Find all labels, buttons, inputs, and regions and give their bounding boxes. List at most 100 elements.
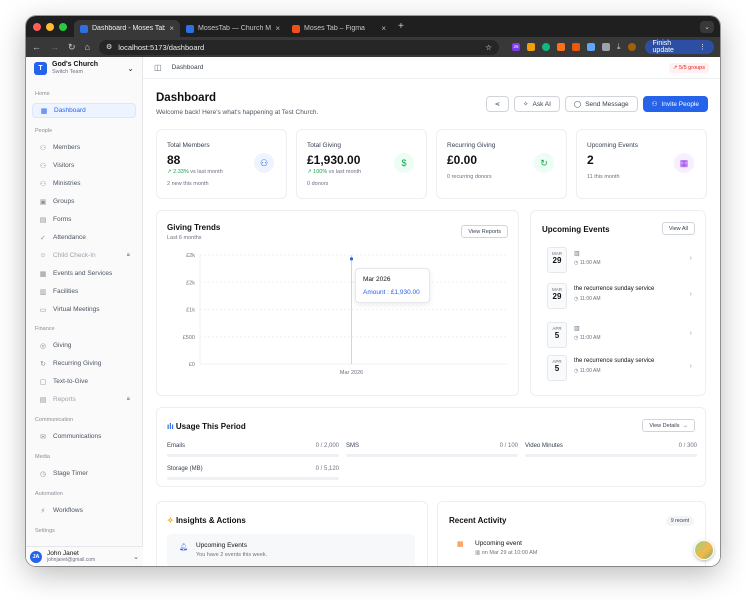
stat-change-suffix: vs last month — [190, 169, 223, 175]
event-item[interactable]: MAR 29 ▥ ◷ 11:00 AM › — [547, 247, 692, 277]
extension-icon[interactable] — [571, 43, 580, 51]
usage-title: Usage This Period — [175, 422, 246, 431]
lock-icon: 🔒︎ — [126, 252, 130, 258]
usage-value: 0 / 5,120 — [315, 466, 339, 472]
sidebar-item-visitors[interactable]: ⚇ Visitors — [32, 158, 136, 173]
extension-icon[interactable] — [526, 43, 535, 51]
stat-label: Upcoming Events — [587, 142, 638, 149]
maximize-window-button[interactable] — [59, 22, 67, 31]
stat-card-giving[interactable]: Total Giving £1,930.00 ↗ 100% vs last mo… — [296, 129, 427, 199]
view-all-button[interactable]: View All — [661, 222, 695, 235]
close-tab-icon[interactable]: × — [275, 24, 280, 33]
section-automation: Automation — [35, 491, 63, 497]
puzzle-icon[interactable] — [601, 43, 610, 51]
user-menu[interactable]: JA John Janet johnjanet@gmail.com ⌄ — [26, 546, 143, 566]
extension-icon[interactable] — [556, 43, 565, 51]
stat-card-recurring[interactable]: Recurring Giving £0.00 0 recurring donor… — [436, 129, 567, 199]
upcoming-events-card: Upcoming Events View All MAR 29 ▥ ◷ 11:00… — [530, 210, 706, 396]
insight-text: You have 2 events this week. — [196, 552, 268, 558]
stat-card-members[interactable]: Total Members 88 ↗ 2.33% vs last month 2… — [156, 129, 287, 199]
forward-icon[interactable]: → — [50, 42, 59, 52]
close-tab-icon[interactable]: × — [381, 24, 386, 33]
sidebar-item-communications[interactable]: ✉ Communications — [32, 429, 136, 444]
sidebar-item-facilities[interactable]: ▥ Facilities — [32, 284, 136, 299]
minimize-window-button[interactable] — [46, 22, 54, 31]
ask-ai-button[interactable]: ✧ Ask AI — [514, 96, 560, 112]
sidebar-item-attendance[interactable]: ✓ Attendance — [32, 230, 136, 245]
finish-update-button[interactable]: Finish update ⋮ — [644, 40, 714, 54]
close-tab-icon[interactable]: × — [169, 24, 174, 33]
event-time-text: 11:00 AM — [579, 260, 601, 266]
user-email: johnjanet@gmail.com — [47, 557, 96, 564]
giving-trends-chart[interactable]: £0 £500 £1k £2k £2k Mar 2026 — [157, 247, 520, 397]
team-name: God's Church — [52, 61, 98, 69]
event-item[interactable]: APR 5 ▥ ◷ 11:00 AM › — [547, 322, 692, 352]
download-icon[interactable]: ⤓ — [617, 42, 621, 52]
team-switcher[interactable]: T God's Church Switch Team ⌄ — [26, 57, 142, 79]
sidebar-item-workflows[interactable]: ⚡︎ Workflows — [32, 503, 136, 518]
site-info-icon[interactable]: ⚙ — [106, 43, 112, 51]
address-bar[interactable]: ⚙ localhost:5173/dashboard ☆ — [98, 39, 499, 55]
card-title: Giving Trends — [167, 223, 221, 232]
view-reports-button[interactable]: View Reports — [461, 225, 508, 238]
bell-icon: 🔔︎ — [179, 544, 188, 551]
extension-icon[interactable] — [541, 43, 550, 51]
sidebar-item-members[interactable]: ⚇ Members — [32, 140, 136, 155]
stat-change: ↗ 2.33% vs last month — [167, 169, 223, 175]
extension-badge-icon[interactable]: 26 — [511, 43, 520, 51]
section-media: Media — [35, 454, 50, 460]
view-details-button[interactable]: View Details → — [642, 419, 695, 432]
event-day: 29 — [552, 292, 562, 301]
event-time-text: 11:00 AM — [579, 335, 601, 341]
sidebar-item-child-checkin[interactable]: ☺ Child Check-In 🔒︎ — [32, 248, 136, 263]
sidebar-item-label: Facilities — [53, 288, 79, 295]
sidebar-item-forms[interactable]: ▤ Forms — [32, 212, 136, 227]
browser-tab-church[interactable]: MosesTab — Church Managem × — [180, 20, 286, 37]
bookmark-star-icon[interactable]: ☆ — [485, 43, 492, 52]
event-item[interactable]: APR 5 the recurrence sunday service ◷ 11:… — [547, 355, 692, 385]
sidebar-item-label: Stage Timer — [53, 470, 89, 477]
new-tab-button[interactable]: + — [398, 21, 404, 32]
insight-item[interactable]: 🔔︎ Upcoming Events You have 2 events thi… — [167, 534, 415, 566]
sidebar-item-label: Members — [53, 144, 81, 151]
avatar: JA — [30, 550, 42, 563]
sidebar-item-recurring-giving[interactable]: ↻ Recurring Giving — [32, 356, 136, 371]
close-window-button[interactable] — [33, 22, 41, 31]
reload-icon[interactable]: ↻ — [68, 42, 76, 53]
share-button[interactable]: ⋖ — [485, 96, 510, 112]
sidebar-item-events[interactable]: ▦ Events and Services — [32, 266, 136, 281]
sidebar-item-groups[interactable]: ▣ Groups — [32, 194, 136, 209]
back-icon[interactable]: ← — [32, 42, 41, 52]
sidebar-item-reports[interactable]: ▤ Reports 🔒︎ — [32, 392, 136, 407]
chevron-right-icon: › — [689, 255, 692, 262]
tab-bar: Dashboard - Moses Tab × MosesTab — Churc… — [26, 16, 720, 37]
refresh-icon: ↻ — [40, 360, 46, 368]
sidebar-item-text-to-give[interactable]: ▢ Text-to-Give — [32, 374, 136, 389]
groups-usage-badge[interactable]: ↗ 5/5 groups — [668, 62, 709, 73]
extension-icon[interactable] — [586, 43, 595, 51]
chat-widget-button[interactable] — [694, 540, 714, 560]
browser-tab-figma[interactable]: Moses Tab – Figma × — [286, 20, 392, 37]
invite-people-button[interactable]: ⚇ Invite People — [642, 96, 708, 112]
send-message-label: Send Message — [585, 100, 629, 108]
stat-card-events[interactable]: Upcoming Events 2 11 this month ▦ — [576, 129, 707, 199]
event-item[interactable]: MAR 29 the recurrence sunday service ◷ 11… — [547, 283, 692, 313]
welcome-text: Welcome back! Here's what's happening at… — [156, 109, 319, 116]
sidebar-item-label: Forms — [53, 216, 72, 223]
stat-change-suffix: vs last month — [328, 169, 362, 175]
tab-search-button[interactable]: ⌄ — [700, 20, 714, 33]
sidebar-toggle-icon[interactable]: ◫ — [154, 63, 162, 72]
sidebar-item-virtual-meetings[interactable]: ▭ Virtual Meetings — [32, 302, 136, 317]
send-message-button[interactable]: ◯ Send Message — [564, 96, 638, 112]
sidebar-item-ministries[interactable]: ⚇ Ministries — [32, 176, 136, 191]
browser-tab-dashboard[interactable]: Dashboard - Moses Tab × — [74, 20, 180, 37]
child-icon: ☺ — [39, 252, 47, 259]
stat-change: ↗ 100% vs last month — [307, 169, 361, 175]
sidebar-item-stage-timer[interactable]: ◷ Stage Timer — [32, 466, 136, 481]
chevron-right-icon: › — [689, 291, 692, 298]
share-icon: ⋖ — [494, 101, 501, 108]
profile-avatar-icon[interactable] — [627, 43, 636, 51]
sidebar-item-giving[interactable]: ◎ Giving — [32, 338, 136, 353]
sidebar-item-dashboard[interactable]: ▦ Dashboard — [32, 103, 136, 118]
home-icon[interactable]: ⌂ — [85, 42, 90, 52]
